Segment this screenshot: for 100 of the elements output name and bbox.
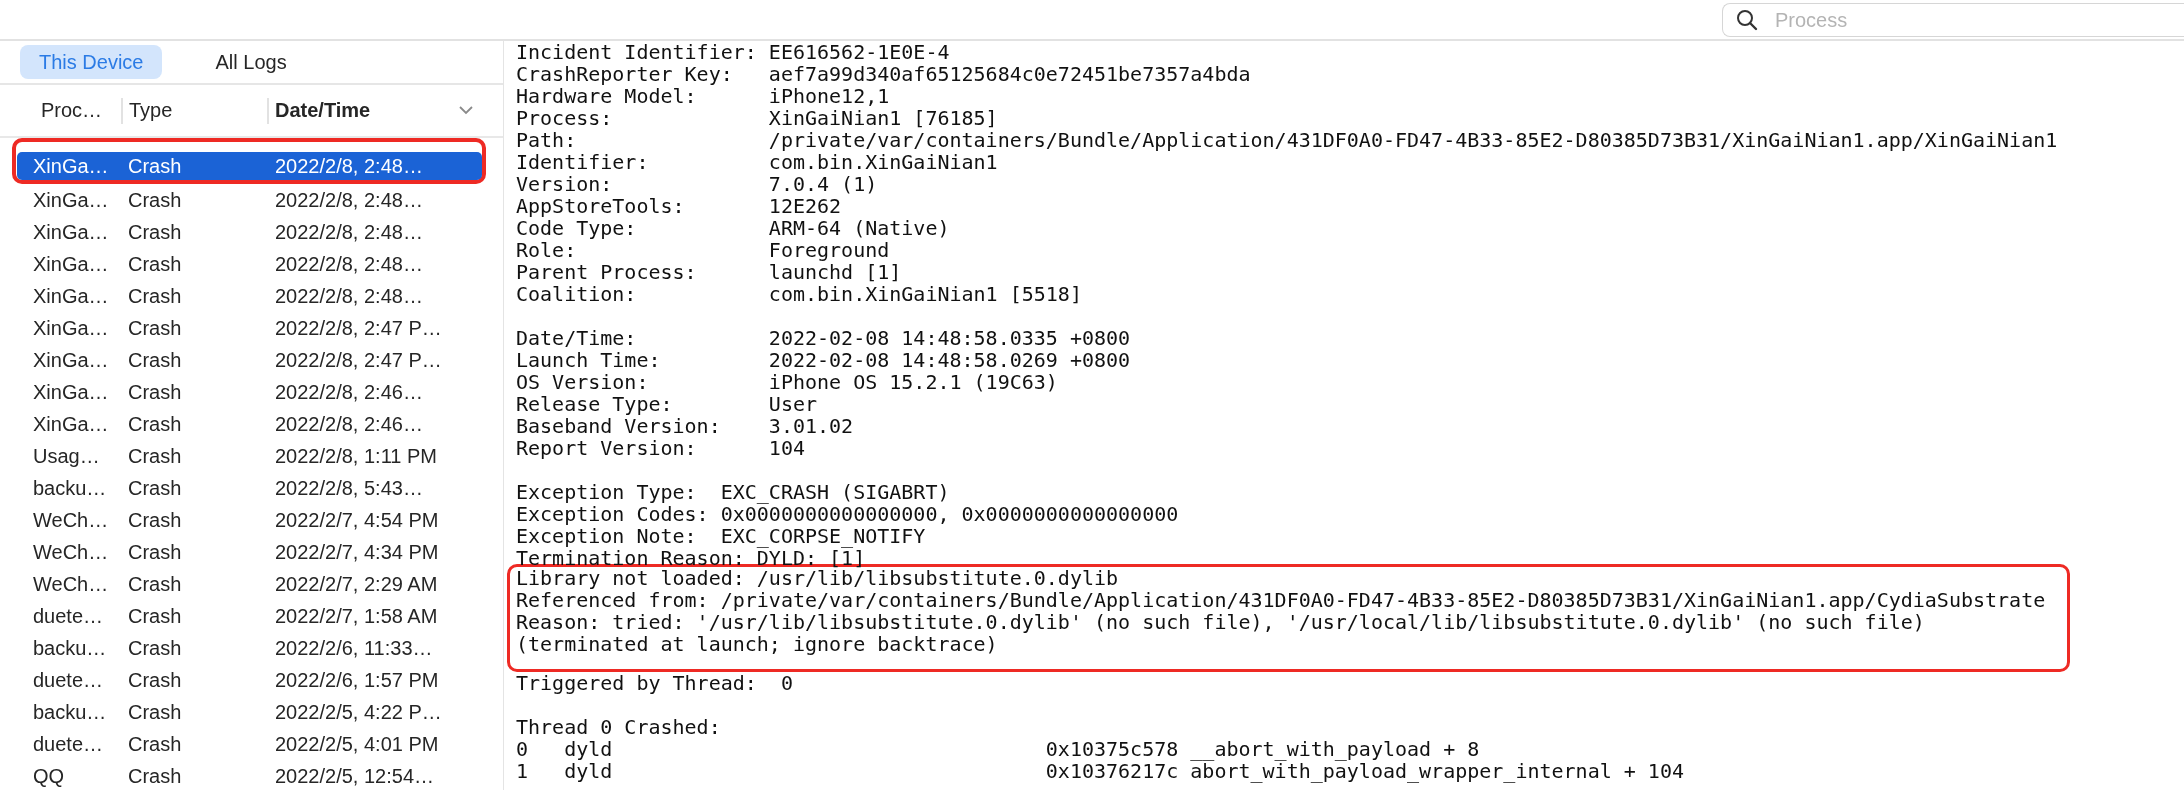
date-cell-text: 2022/2/6, 11:33… bbox=[275, 636, 434, 660]
date-cell-text: 2022/2/6, 1:57 PM bbox=[275, 668, 440, 692]
process-cell-text: XinGa… bbox=[33, 412, 110, 436]
type-cell-text: Crash bbox=[128, 700, 183, 724]
date-cell-text: 2022/2/8, 2:46… bbox=[275, 412, 424, 436]
type-cell-text: Crash bbox=[128, 380, 183, 404]
process-cell-text: XinGa… bbox=[33, 188, 110, 212]
report-line: CrashReporter Key: aef7a99d340af65125684c0e72451be7357a4bda bbox=[516, 63, 1252, 85]
log-row[interactable]: backu… Crash 2022/2/5, 4:22 P… bbox=[17, 698, 482, 726]
date-cell-text: 2022/2/8, 2:48… bbox=[275, 154, 424, 178]
report-line: 0 dyld 0x10375c578 __abort_with_payload + 8 bbox=[516, 738, 1481, 760]
log-row[interactable]: XinGa… Crash 2022/2/8, 2:46… bbox=[17, 410, 482, 438]
chevron-down-icon[interactable] bbox=[459, 106, 473, 115]
column-header[interactable]: Type bbox=[129, 99, 173, 122]
type-cell-text: Crash bbox=[128, 540, 183, 564]
column-header[interactable]: Proc… bbox=[41, 99, 103, 122]
process-cell-text: duete… bbox=[33, 732, 105, 756]
log-row[interactable]: XinGa… Crash 2022/2/8, 2:48… bbox=[17, 186, 482, 214]
log-row[interactable]: WeCh… Crash 2022/2/7, 4:34 PM bbox=[17, 538, 482, 566]
type-cell-text: Crash bbox=[128, 348, 183, 372]
type-cell-text: Crash bbox=[128, 764, 183, 788]
process-cell-text: WeCh… bbox=[33, 572, 110, 596]
log-row[interactable]: XinGa… Crash 2022/2/8, 2:48… bbox=[17, 152, 482, 180]
log-row[interactable]: XinGa… Crash 2022/2/8, 2:47 P… bbox=[17, 314, 482, 342]
log-row[interactable]: duete… Crash 2022/2/7, 1:58 AM bbox=[17, 602, 482, 630]
report-line: OS Version: iPhone OS 15.2.1 (19C63) bbox=[516, 371, 1059, 393]
date-cell-text: 2022/2/8, 5:43… bbox=[275, 476, 424, 500]
process-cell-text: XinGa… bbox=[33, 284, 110, 308]
search-field[interactable]: Process bbox=[1722, 3, 2184, 37]
scope-tab[interactable]: All Logs bbox=[196, 45, 306, 79]
process-cell-text: backu… bbox=[33, 476, 108, 500]
date-cell-text: 2022/2/8, 2:48… bbox=[275, 252, 424, 276]
type-cell-text: Crash bbox=[128, 444, 183, 468]
log-row[interactable]: XinGa… Crash 2022/2/8, 2:48… bbox=[17, 218, 482, 246]
report-line: Date/Time: 2022-02-08 14:48:58.0335 +0800 bbox=[516, 327, 1132, 349]
report-line: Identifier: com.bin.XinGaiNian1 bbox=[516, 151, 998, 173]
process-cell-text: XinGa… bbox=[33, 380, 110, 404]
date-cell-text: 2022/2/7, 4:34 PM bbox=[275, 540, 440, 564]
report-line: Library not loaded: /usr/lib/libsubstitute.0.dylib bbox=[516, 567, 1120, 589]
date-cell-text: 2022/2/5, 4:01 PM bbox=[275, 732, 440, 756]
date-cell-text: 2022/2/7, 1:58 AM bbox=[275, 604, 439, 628]
process-cell-text: duete… bbox=[33, 604, 105, 628]
log-row[interactable]: WeCh… Crash 2022/2/7, 4:54 PM bbox=[17, 506, 482, 534]
date-cell-text: 2022/2/8, 2:46… bbox=[275, 380, 424, 404]
process-cell-text: backu… bbox=[33, 636, 108, 660]
type-cell-text: Crash bbox=[128, 572, 183, 596]
process-cell-text: QQ bbox=[33, 764, 66, 788]
log-row[interactable]: WeCh… Crash 2022/2/7, 2:29 AM bbox=[17, 570, 482, 598]
date-cell-text: 2022/2/7, 4:54 PM bbox=[275, 508, 440, 532]
report-line: Baseband Version: 3.01.02 bbox=[516, 415, 855, 437]
date-cell-text: 2022/2/8, 2:48… bbox=[275, 284, 424, 308]
type-cell-text: Crash bbox=[128, 604, 183, 628]
process-cell-text: XinGa… bbox=[33, 316, 110, 340]
report-line: Report Version: 104 bbox=[516, 437, 806, 459]
log-row[interactable]: backu… Crash 2022/2/6, 11:33… bbox=[17, 634, 482, 662]
report-line: AppStoreTools: 12E262 bbox=[516, 195, 843, 217]
type-cell-text: Crash bbox=[128, 188, 183, 212]
type-cell-text: Crash bbox=[128, 732, 183, 756]
log-row[interactable]: QQ Crash 2022/2/5, 12:54… bbox=[17, 762, 482, 790]
column-header[interactable]: Date/Time bbox=[275, 99, 371, 122]
date-cell-text: 2022/2/8, 1:11 PM bbox=[275, 444, 438, 468]
report-line: Exception Type: EXC_CRASH (SIGABRT) bbox=[516, 481, 951, 503]
type-cell-text: Crash bbox=[128, 252, 183, 276]
process-cell-text: Usag… bbox=[33, 444, 101, 468]
log-row[interactable]: Usag… Crash 2022/2/8, 1:11 PM bbox=[17, 442, 482, 470]
log-row[interactable]: duete… Crash 2022/2/6, 1:57 PM bbox=[17, 666, 482, 694]
type-cell-text: Crash bbox=[128, 412, 183, 436]
report-line: Launch Time: 2022-02-08 14:48:58.0269 +0800 bbox=[516, 349, 1132, 371]
log-row[interactable]: backu… Crash 2022/2/8, 5:43… bbox=[17, 474, 482, 502]
type-cell-text: Crash bbox=[128, 154, 183, 178]
process-cell-text: WeCh… bbox=[33, 508, 110, 532]
process-cell-text: WeCh… bbox=[33, 540, 110, 564]
report-line: Reason: tried: '/usr/lib/libsubstitute.0.dylib' (no such file), '/usr/local/lib/libsubstitute.0.dylib' (no such file) bbox=[516, 611, 1925, 633]
type-cell-text: Crash bbox=[128, 636, 183, 660]
log-row[interactable]: XinGa… Crash 2022/2/8, 2:48… bbox=[17, 250, 482, 278]
date-cell-text: 2022/2/8, 2:48… bbox=[275, 188, 424, 212]
report-line: Incident Identifier: EE616562-1E0E-4 bbox=[516, 41, 951, 63]
type-cell-text: Crash bbox=[128, 284, 183, 308]
log-row[interactable]: XinGa… Crash 2022/2/8, 2:47 P… bbox=[17, 346, 482, 374]
log-row[interactable]: duete… Crash 2022/2/5, 4:01 PM bbox=[17, 730, 482, 758]
date-cell-text: 2022/2/5, 12:54… bbox=[275, 764, 435, 788]
log-row[interactable]: XinGa… Crash 2022/2/8, 2:46… bbox=[17, 378, 482, 406]
date-cell-text: 2022/2/5, 4:22 P… bbox=[275, 700, 443, 724]
type-cell-text: Crash bbox=[128, 476, 183, 500]
date-cell-text: 2022/2/8, 2:48… bbox=[275, 220, 424, 244]
process-cell-text: duete… bbox=[33, 668, 105, 692]
report-line: Coalition: com.bin.XinGaiNian1 [5518] bbox=[516, 283, 1083, 305]
report-line: Termination Reason: DYLD: [1] bbox=[516, 547, 866, 569]
report-line: Release Type: User bbox=[516, 393, 819, 415]
log-row[interactable]: XinGa… Crash 2022/2/8, 2:48… bbox=[17, 282, 482, 310]
process-cell-text: XinGa… bbox=[33, 220, 110, 244]
type-cell-text: Crash bbox=[128, 316, 183, 340]
type-cell-text: Crash bbox=[128, 508, 183, 532]
report-line: Thread 0 Crashed: bbox=[516, 716, 722, 738]
report-line: Referenced from: /private/var/containers/Bundle/Application/431DF0A0-FD47-4B33-85E2-D80385D73B31/XinGaiNian1.app/CydiaSubstrate bbox=[516, 589, 2047, 611]
process-cell-text: XinGa… bbox=[33, 154, 110, 178]
report-line: Path: /private/var/containers/Bundle/Application/431DF0A0-FD47-4B33-85E2-D80385D73B31/XinGaiNian1.app/XinGaiNian1 bbox=[516, 129, 2059, 151]
report-line: Exception Note: EXC_CORPSE_NOTIFY bbox=[516, 525, 927, 547]
date-cell-text: 2022/2/8, 2:47 P… bbox=[275, 348, 443, 372]
process-cell-text: XinGa… bbox=[33, 252, 110, 276]
